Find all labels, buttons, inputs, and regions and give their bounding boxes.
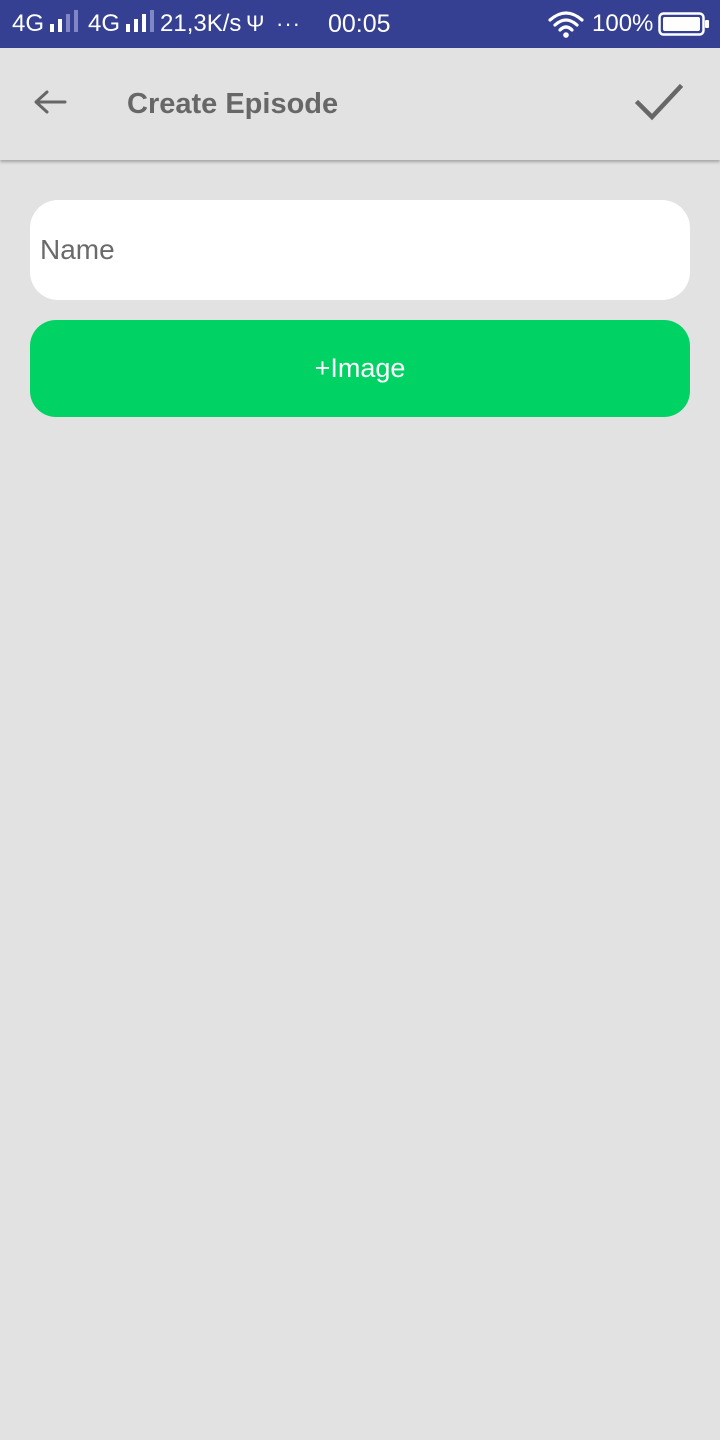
status-bar: 4G 4G 21,3K/s Ψ ··· 00:05 100% bbox=[0, 0, 720, 48]
more-notifications-icon: ··· bbox=[276, 11, 301, 36]
battery-icon bbox=[658, 0, 710, 48]
wifi-icon bbox=[548, 0, 584, 48]
clock: 00:05 bbox=[328, 9, 391, 38]
page-title: Create Episode bbox=[127, 87, 339, 120]
signal-icon bbox=[126, 9, 155, 39]
battery-percentage: 100% bbox=[592, 10, 654, 37]
name-input[interactable] bbox=[30, 200, 690, 300]
network-indicator-1: 4G bbox=[12, 0, 79, 48]
signal-icon bbox=[50, 9, 79, 39]
add-image-button-label: +Image bbox=[314, 353, 406, 383]
network-speed: 21,3K/s bbox=[160, 10, 242, 37]
usb-icon: Ψ bbox=[246, 11, 265, 36]
network-type-label: 4G bbox=[88, 10, 121, 37]
checkmark-icon bbox=[634, 83, 684, 128]
add-image-button[interactable]: +Image bbox=[30, 320, 690, 417]
back-button[interactable] bbox=[20, 74, 80, 134]
app-bar: Create Episode bbox=[0, 48, 720, 160]
network-type-label: 4G bbox=[12, 10, 45, 37]
confirm-button[interactable] bbox=[626, 72, 692, 138]
network-indicator-2: 4G bbox=[88, 0, 155, 48]
arrow-left-icon bbox=[33, 89, 67, 120]
